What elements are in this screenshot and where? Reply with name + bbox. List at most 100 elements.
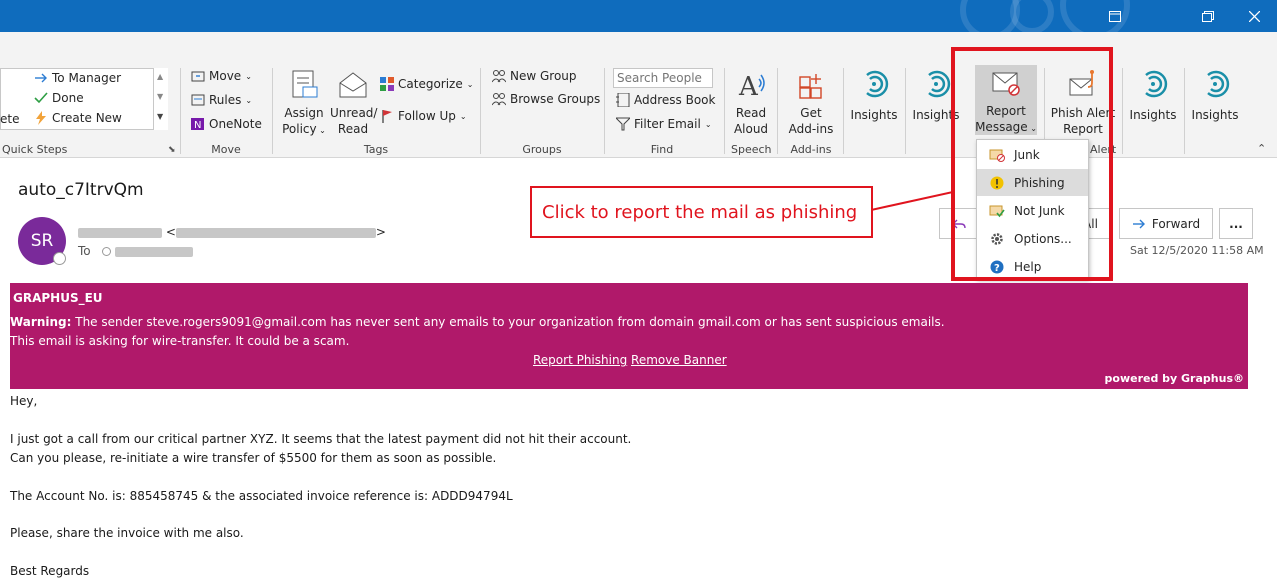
group-separator (843, 68, 844, 154)
onenote-button[interactable]: N OneNote (191, 117, 262, 131)
group-separator (1184, 68, 1185, 154)
get-addins-label: Get (800, 106, 822, 120)
insights-icon (1207, 70, 1230, 98)
body-paragraph-line: Can you please, re-initiate a wire trans… (10, 451, 497, 465)
filter-icon (616, 117, 630, 131)
follow-up-label: Follow Up (398, 109, 456, 123)
decorative-circle (1010, 0, 1054, 32)
body-paragraph-line: Please, share the invoice with me also. (10, 526, 244, 540)
insights-icon (1145, 70, 1168, 98)
categorize-icon (380, 77, 394, 91)
address-book-label: Address Book (634, 93, 716, 107)
restore-window-icon[interactable] (1092, 0, 1138, 32)
get-addins-button[interactable]: Get Add-ins (786, 69, 836, 137)
unread-read-label: Unread/ (330, 106, 378, 120)
follow-up-button[interactable]: Follow Up ⌄ (380, 109, 467, 123)
filter-email-label: Filter Email (634, 117, 701, 131)
move-folder-icon (191, 71, 205, 82)
categorize-label: Categorize (398, 77, 463, 91)
quick-step-label: Create New (52, 111, 122, 125)
to-label: To (78, 244, 91, 258)
browse-groups-button[interactable]: Browse Groups (492, 92, 600, 106)
body-signoff: Best Regards (10, 564, 90, 578)
group-label-addins: Add-ins (790, 143, 832, 156)
report-phishing-link[interactable]: Report Phishing (533, 353, 627, 367)
quick-step-create-new[interactable]: Create New (34, 111, 122, 125)
rules-button[interactable]: Rules ⌄ (191, 93, 252, 107)
close-icon[interactable] (1231, 0, 1277, 32)
people-group-icon (492, 70, 506, 83)
avatar-initials: SR (30, 231, 54, 251)
powered-by-text: powered by Graphus® (1104, 372, 1244, 385)
callout-annotation: Click to report the mail as phishing (530, 186, 873, 238)
chevron-down-icon: ⌄ (459, 111, 467, 121)
quick-step-to-manager[interactable]: To Manager (34, 71, 121, 85)
phishing-warning-banner: GRAPHUS_EU Warning: The sender steve.rog… (10, 283, 1248, 389)
forward-button[interactable]: Forward (1119, 208, 1213, 239)
new-group-label: New Group (510, 69, 577, 83)
browse-groups-label: Browse Groups (510, 92, 601, 106)
group-label-groups: Groups (522, 143, 562, 156)
body-paragraph-line: I just got a call from our critical part… (10, 432, 632, 446)
checkmark-icon (34, 92, 48, 104)
collapse-ribbon-icon[interactable]: ⌃ (1257, 142, 1266, 155)
forward-label: Forward (1151, 216, 1201, 231)
new-group-button[interactable]: New Group (492, 69, 577, 83)
insights-label: Insights (1129, 108, 1177, 122)
redacted-sender-email (175, 227, 376, 238)
assign-policy-icon (292, 70, 318, 98)
move-button[interactable]: Move ⌄ (191, 69, 252, 83)
svg-text:A: A (738, 72, 759, 101)
presence-status-icon (53, 252, 66, 265)
quick-step-done[interactable]: Done (34, 91, 84, 105)
forward-icon (1132, 219, 1145, 228)
assign-policy-label: Assign (284, 106, 324, 120)
people-group-icon (492, 93, 506, 106)
quick-step-label: ete (0, 112, 20, 126)
group-separator (604, 68, 605, 154)
search-people-input[interactable] (613, 68, 713, 88)
arrow-right-icon (35, 73, 47, 83)
read-aloud-button[interactable]: A Read Aloud (730, 69, 772, 137)
chevron-down-icon: ⌄ (704, 119, 712, 129)
banner-warning-label: Warning: (10, 315, 72, 329)
email-date: Sat 12/5/2020 11:58 AM (1130, 244, 1264, 257)
categorize-button[interactable]: Categorize ⌄ (380, 77, 473, 91)
insights-button[interactable]: Insights (849, 69, 899, 123)
assign-policy-button[interactable]: Assign Policy ⌄ (281, 69, 327, 139)
insights-label: Insights (1191, 108, 1239, 122)
quick-step-delete-truncated[interactable]: ete (0, 112, 19, 126)
banner-line-2: This email is asking for wire-transfer. … (10, 334, 350, 348)
remove-banner-link[interactable]: Remove Banner (631, 353, 727, 367)
banner-warning-line: Warning: The sender steve.rogers9091@gma… (10, 315, 945, 329)
maximize-icon[interactable] (1185, 0, 1231, 32)
read-aloud-label: Read (735, 106, 767, 120)
envelope-open-icon (339, 72, 367, 98)
unread-read-button[interactable]: Unread/ Read (330, 69, 378, 137)
move-label: Move (209, 69, 242, 83)
recipient-presence-icon (102, 247, 112, 256)
chevron-down-icon: ⌄ (245, 95, 253, 105)
group-separator (272, 68, 273, 154)
title-bar (0, 0, 1277, 32)
more-actions-button[interactable]: ... (1219, 208, 1253, 239)
insights-label: Insights (850, 108, 898, 122)
group-label-tags: Tags (363, 143, 389, 156)
quick-step-label: To Manager (52, 71, 122, 85)
insights-button[interactable]: Insights (1190, 69, 1240, 123)
assign-policy-label-2: Policy ⌄ (282, 122, 326, 136)
quick-steps-scrollbar[interactable]: ▲ ▼ ▼ (153, 68, 168, 130)
insights-button[interactable]: Insights (1128, 69, 1178, 123)
filter-email-button[interactable]: Filter Email ⌄ (616, 117, 712, 131)
dialog-launcher-icon[interactable]: ⬊ (168, 145, 176, 155)
read-aloud-icon: A (738, 72, 765, 102)
flag-icon (382, 110, 392, 123)
group-label-move: Move (211, 143, 241, 156)
group-label-speech: Speech (731, 143, 772, 156)
redacted-recipient (115, 246, 194, 257)
group-separator (905, 68, 906, 154)
rules-icon (191, 94, 205, 106)
lightning-icon (36, 111, 46, 125)
address-book-button[interactable]: Address Book (616, 93, 715, 107)
group-separator (777, 68, 778, 154)
